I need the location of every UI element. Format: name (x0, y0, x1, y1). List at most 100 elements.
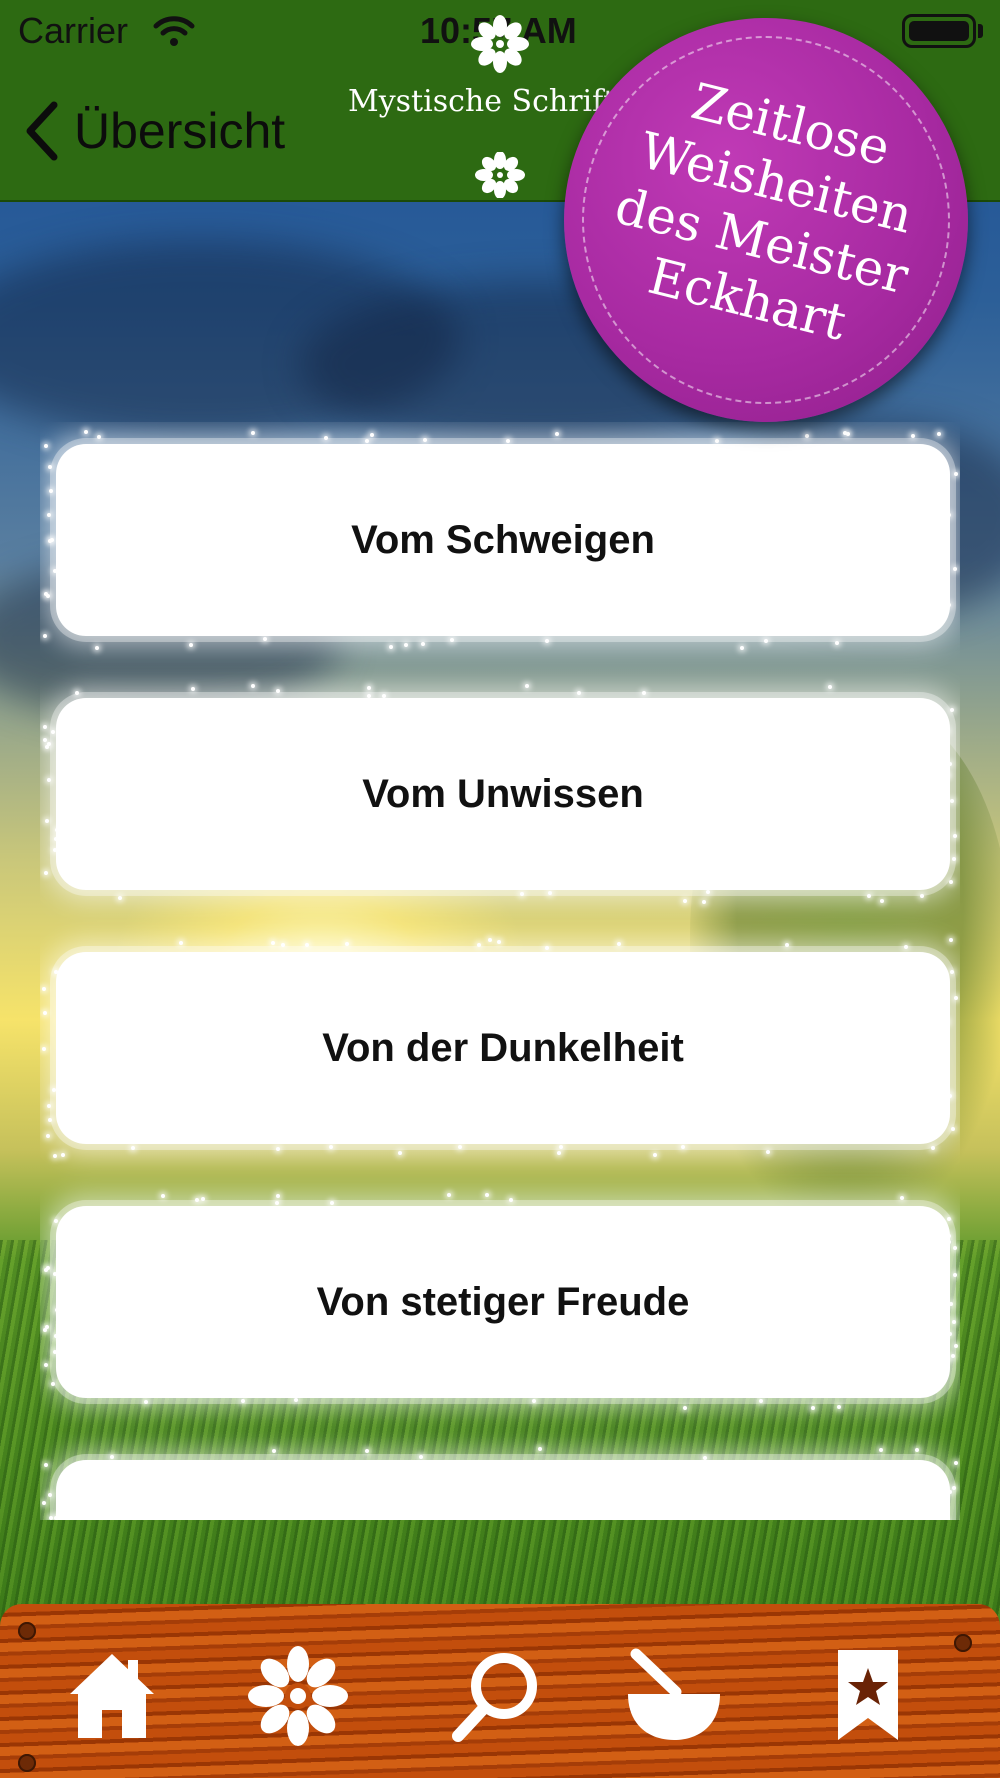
sparkle (951, 857, 956, 862)
sparkle (74, 691, 79, 696)
tab-flower[interactable] (248, 1646, 348, 1746)
sparkle (51, 1087, 56, 1092)
battery-icon (902, 14, 976, 48)
sparkle (144, 1399, 149, 1404)
list-item[interactable]: Von der Dunkelheit (56, 952, 950, 1144)
sparkle (954, 1344, 958, 1349)
sparkle (418, 1455, 423, 1460)
tab-bar (0, 1604, 1000, 1778)
sparkle (954, 471, 958, 476)
screw (18, 1754, 36, 1772)
sparkle (179, 941, 184, 946)
sparkle (946, 1239, 951, 1244)
sparkle (53, 970, 58, 975)
sparkle (44, 1325, 49, 1330)
sparkle (54, 1307, 59, 1312)
sparkle (920, 894, 925, 899)
sparkle (263, 637, 268, 642)
sparkle (900, 1196, 905, 1201)
sparkle (947, 1217, 952, 1222)
sparkle (950, 1127, 955, 1132)
sparkle (43, 1010, 48, 1015)
sparkle (910, 433, 915, 438)
sparkle (52, 569, 57, 574)
list-item[interactable]: Von stetiger Freude (56, 1206, 950, 1398)
sparkle (509, 1198, 514, 1203)
sparkle (953, 1273, 958, 1278)
sparkle (42, 1047, 47, 1052)
sparkle (46, 1266, 51, 1271)
sparkle (370, 432, 375, 437)
sparkle (488, 938, 493, 943)
sparkle (110, 1455, 115, 1460)
sparkle (496, 940, 501, 945)
sparkle (680, 1144, 685, 1149)
sparkle (930, 1146, 935, 1151)
sparkle (95, 645, 100, 650)
sparkle (484, 1193, 489, 1198)
sparkle (281, 943, 286, 948)
sparkle (948, 1332, 953, 1337)
sparkle (537, 1447, 542, 1452)
back-button[interactable]: Übersicht (22, 96, 285, 166)
sparkle (52, 1153, 57, 1158)
list-item-label: Von stetiger Freude (316, 1279, 690, 1324)
sparkle (52, 848, 57, 853)
sparkle (365, 439, 370, 444)
sparkle (382, 693, 387, 698)
sparkle (954, 1461, 958, 1466)
sparkle (200, 1196, 205, 1201)
sparkle (505, 438, 510, 443)
sparkle (557, 1150, 562, 1155)
sparkle (54, 836, 59, 841)
sparkle (449, 637, 454, 642)
sparkle (945, 1019, 950, 1024)
sparkle (946, 1233, 951, 1238)
sparkle (766, 1149, 771, 1154)
sparkle (554, 432, 559, 437)
sparkle (903, 945, 908, 950)
sparkle (476, 942, 481, 947)
sparkle (271, 1448, 276, 1453)
sparkle (43, 1362, 48, 1367)
sparkle (404, 643, 409, 648)
sparkle (421, 642, 426, 647)
tab-home[interactable] (62, 1646, 162, 1746)
sparkle (810, 1406, 815, 1411)
sparkle (293, 1398, 298, 1403)
sparkle (948, 879, 953, 884)
sparkle (641, 691, 646, 696)
sparkle (365, 1449, 370, 1454)
sparkle (270, 941, 275, 946)
sparkle (953, 1246, 958, 1251)
tab-bookmarks[interactable] (818, 1646, 918, 1746)
list-item[interactable]: Vom Unwissen (56, 698, 950, 890)
sparkle (804, 434, 809, 439)
sparkle (345, 942, 350, 947)
list-item[interactable] (56, 1460, 950, 1520)
sparkle (758, 1399, 763, 1404)
sparkle (576, 691, 581, 696)
badge-text: Zeitlose Weisheiten des Meister Eckhart (580, 56, 958, 369)
sparkle (937, 432, 942, 437)
sparkle (947, 513, 952, 517)
sparkle (42, 987, 47, 992)
sparkle (947, 1489, 952, 1494)
sparkle (545, 638, 550, 643)
tab-search[interactable] (446, 1646, 546, 1746)
list-item[interactable]: Vom Schweigen (56, 444, 950, 636)
sparkle (946, 603, 951, 608)
flower-icon (475, 152, 525, 198)
sparkle (251, 430, 256, 435)
sparkle (61, 1152, 66, 1157)
sparkle (458, 1144, 463, 1149)
sparkle (53, 1516, 58, 1520)
sparkle (950, 708, 955, 713)
sparkle (702, 1455, 707, 1460)
tab-mortar[interactable] (624, 1646, 724, 1746)
back-label: Übersicht (74, 103, 286, 159)
sparkle (48, 1516, 53, 1520)
topic-list[interactable]: Vom Schweigen Vom Unwissen Von der Dunke… (40, 422, 960, 1520)
sparkle (45, 744, 50, 749)
sparkle (329, 1201, 334, 1205)
